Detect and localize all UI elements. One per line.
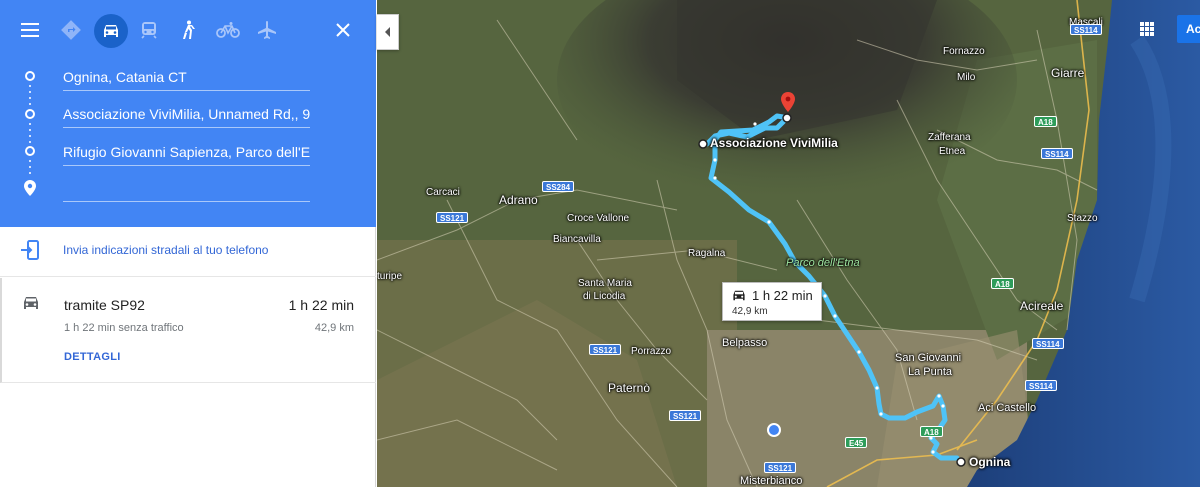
road-shield: SS121 <box>669 410 702 421</box>
route-dots <box>29 85 31 109</box>
satellite-map[interactable]: Mascali Fornazzo Milo Giarre Zafferana E… <box>377 0 1200 487</box>
destination-input[interactable] <box>63 178 310 202</box>
send-to-phone-link[interactable]: Invia indicazioni stradali al tuo telefo… <box>63 243 268 257</box>
road-shield: SS121 <box>436 212 469 223</box>
sign-in-button[interactable]: Ac <box>1177 15 1200 43</box>
poi-marker <box>698 139 708 149</box>
map-label-aci-castello: Aci Castello <box>978 402 1037 414</box>
map-label-adrano: Adrano <box>499 193 538 207</box>
car-icon <box>21 295 41 316</box>
origin-input[interactable]: Ognina, Catania CT <box>63 67 310 91</box>
map-label-santa-maria: Santa Maria <box>578 278 632 289</box>
waypoint-marker <box>782 113 792 123</box>
collapse-panel-button[interactable] <box>377 14 399 50</box>
road-shield: SS284 <box>542 181 575 192</box>
map-label-milo: Milo <box>957 72 976 83</box>
map-label-biancavilla: Biancavilla <box>553 234 601 245</box>
destination-marker <box>956 457 966 467</box>
waypoint-1-text: Associazione ViviMilia, Unnamed Rd,, 9 <box>63 106 310 122</box>
route-callout-distance: 42,9 km <box>732 306 768 317</box>
road-shield: A18 <box>1034 116 1057 127</box>
map-label-zafferana: Zafferana <box>928 132 971 143</box>
waypoint-dot-icon <box>25 109 35 119</box>
route-dots <box>29 160 31 178</box>
map-label-parco: Parco dell'Etna <box>786 257 860 269</box>
flight-icon[interactable] <box>249 12 285 48</box>
origin-dot-icon <box>25 71 35 81</box>
map-label-fornazzo: Fornazzo <box>943 46 985 57</box>
map-label-giarre: Giarre <box>1051 66 1085 80</box>
waypoint-2-text: Rifugio Giovanni Sapienza, Parco dell'Et <box>63 144 310 160</box>
waypoint-input-1[interactable]: Associazione ViviMilia, Unnamed Rd,, 9 <box>63 104 310 128</box>
origin-text: Ognina, Catania CT <box>63 69 187 85</box>
map-label-croce-vallone: Croce Vallone <box>567 213 630 224</box>
map-label-paterno: Paternò <box>608 381 651 395</box>
road-shield: SS121 <box>764 462 797 473</box>
menu-icon[interactable] <box>12 12 48 48</box>
route-dots <box>29 123 31 147</box>
road-shield: A18 <box>991 278 1014 289</box>
map-label-carcaci: Carcaci <box>426 187 460 198</box>
route-callout[interactable]: 1 h 22 min 42,9 km <box>722 282 822 321</box>
map-label-turipe: turipe <box>377 271 403 282</box>
chevron-left-icon <box>384 27 390 37</box>
map-label-la-punta: La Punta <box>908 366 953 378</box>
directions-icon[interactable] <box>53 12 89 48</box>
road-shield: A18 <box>920 426 943 437</box>
map-label-misterbianco: Misterbianco <box>740 475 803 487</box>
bicycle-icon[interactable] <box>210 12 246 48</box>
travel-mode-bar <box>0 12 376 52</box>
directions-header: Ognina, Catania CT Associazione ViviMili… <box>0 0 376 227</box>
route-duration: 1 h 22 min <box>288 297 354 313</box>
map-label-di-licodia: di Licodia <box>583 291 626 302</box>
map-label-san-giovanni: San Giovanni <box>895 352 962 364</box>
waypoint-dot-icon <box>25 146 35 156</box>
send-to-phone-row[interactable]: Invia indicazioni stradali al tuo telefo… <box>0 227 376 277</box>
map-label-stazzo: Stazzo <box>1067 213 1098 224</box>
map-label-acireale: Acireale <box>1020 299 1064 313</box>
route-distance: 42,9 km <box>314 322 354 334</box>
directions-panel: Ognina, Catania CT Associazione ViviMili… <box>0 0 376 487</box>
destination-pin-icon <box>24 180 36 201</box>
map-label-ragalna: Ragalna <box>688 248 726 259</box>
car-icon[interactable] <box>94 14 128 48</box>
road-shield: SS114 <box>1070 24 1102 35</box>
road-shield: SS114 <box>1032 338 1064 349</box>
route-option-card[interactable]: tramite SP92 1 h 22 min 1 h 22 min senza… <box>0 278 376 383</box>
details-button[interactable]: DETTAGLI <box>64 351 121 363</box>
destination-label[interactable]: Ognina <box>969 455 1010 469</box>
route-via: tramite SP92 <box>64 297 145 313</box>
map-label-belpasso: Belpasso <box>722 337 768 349</box>
road-shield: SS114 <box>1025 380 1057 391</box>
car-icon <box>733 290 745 301</box>
map-label-porrazzo: Porrazzo <box>631 346 672 357</box>
map-label-etnea: Etnea <box>939 146 966 157</box>
walk-icon[interactable] <box>170 12 206 48</box>
road-shield: E45 <box>845 437 868 448</box>
apps-grid-icon[interactable] <box>1134 16 1160 42</box>
send-to-phone-icon <box>20 240 40 265</box>
transit-icon[interactable] <box>131 12 167 48</box>
route-callout-time: 1 h 22 min <box>752 288 813 303</box>
my-location-marker <box>767 423 781 437</box>
route-no-traffic: 1 h 22 min senza traffico <box>64 322 184 334</box>
road-shield: SS121 <box>589 344 622 355</box>
road-shield: SS114 <box>1041 148 1073 159</box>
poi-label[interactable]: Associazione ViviMilia <box>710 136 838 150</box>
close-icon[interactable] <box>325 12 361 48</box>
waypoint-input-2[interactable]: Rifugio Giovanni Sapienza, Parco dell'Et <box>63 142 310 166</box>
